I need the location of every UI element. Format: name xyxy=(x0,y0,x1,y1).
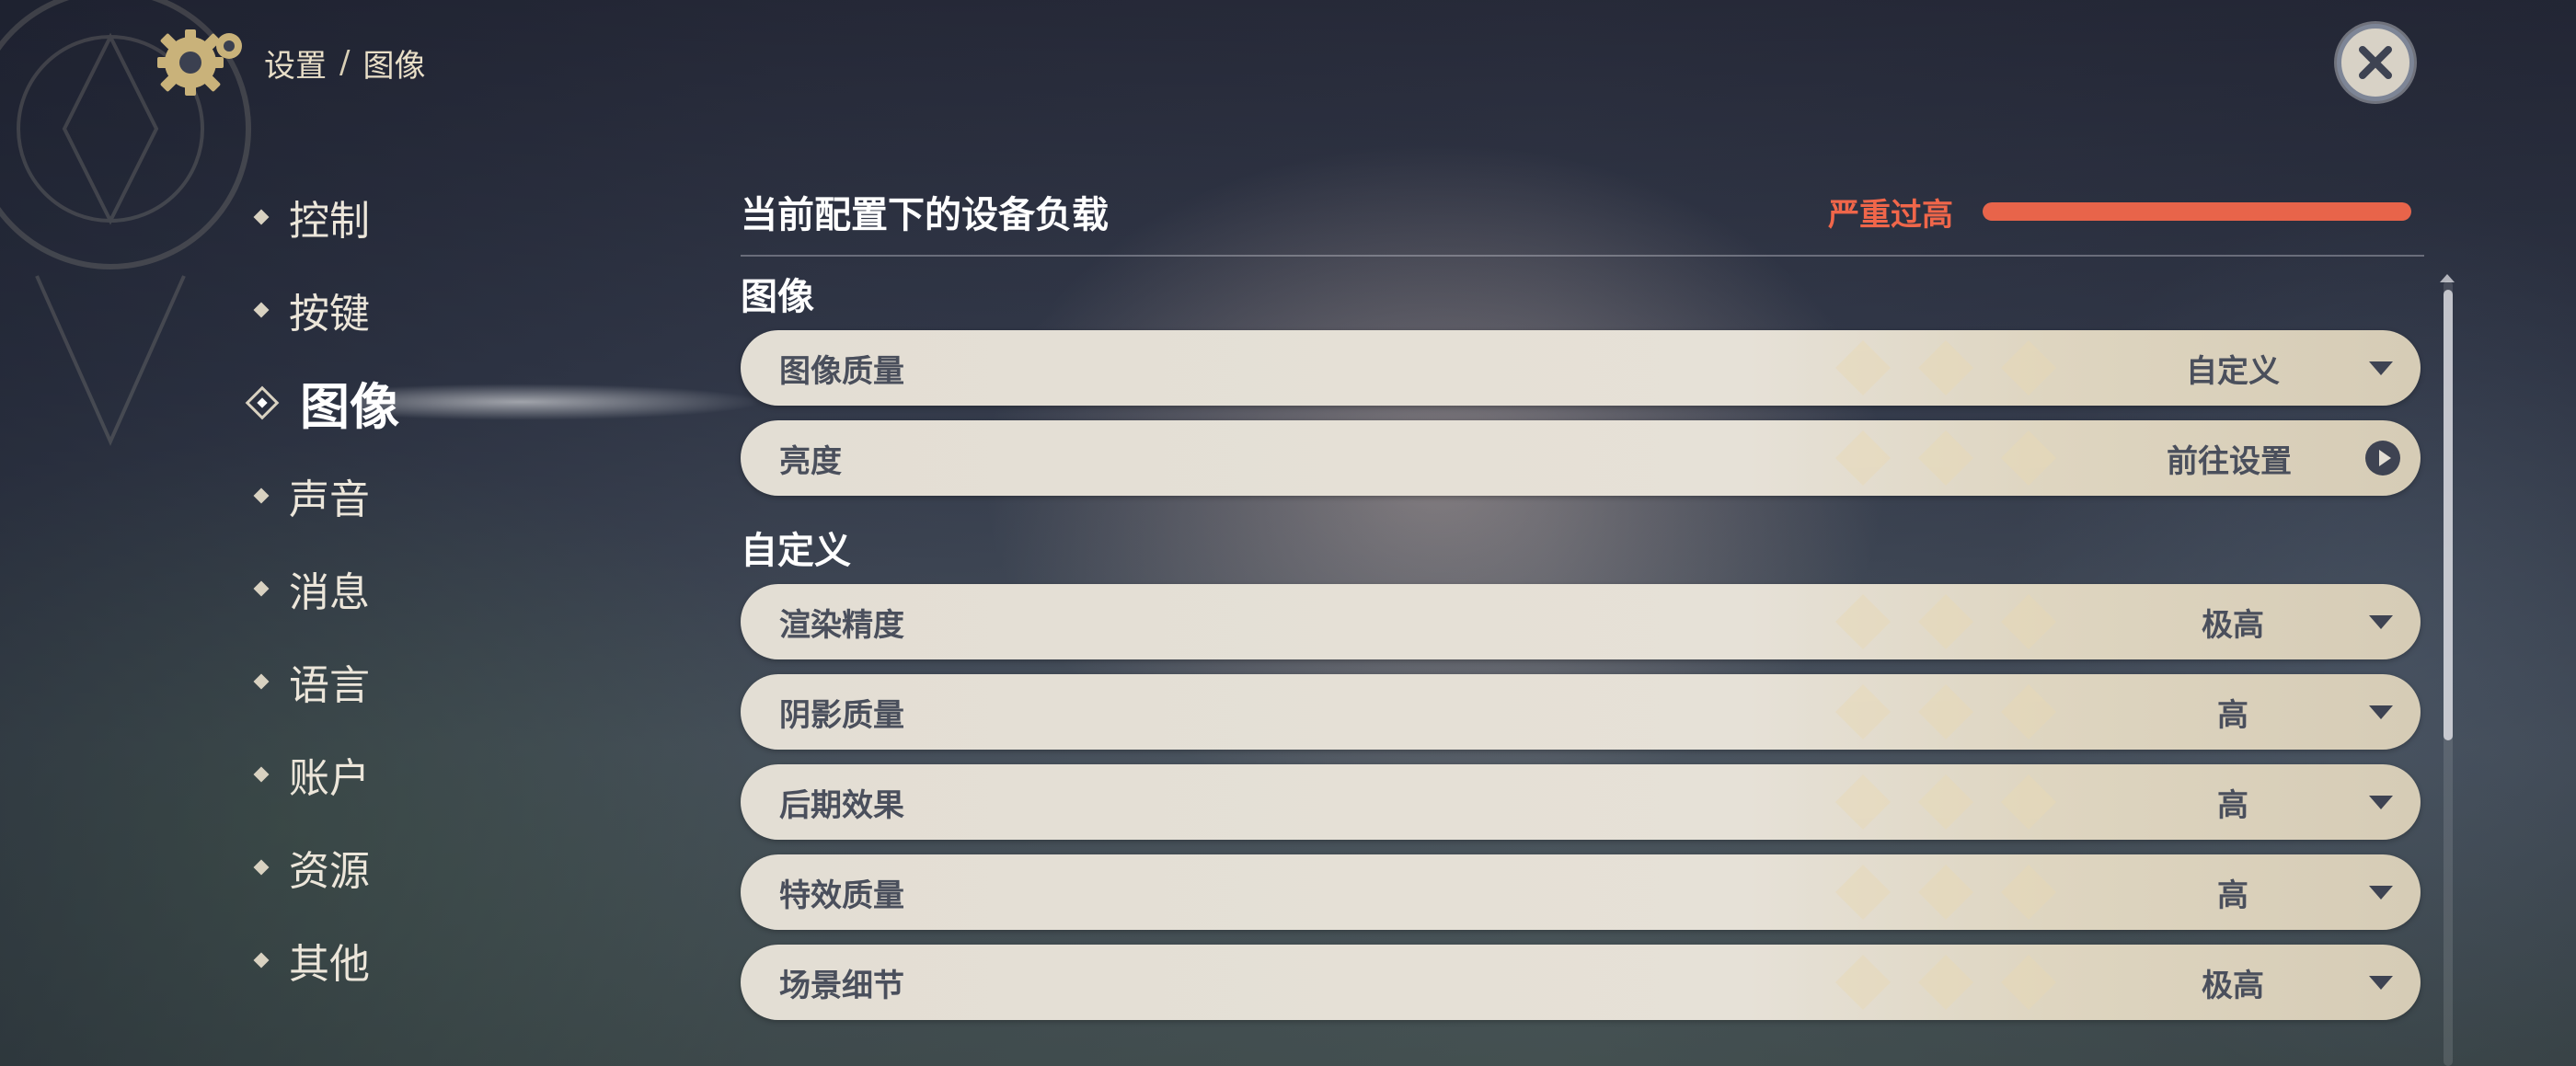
diamond-bullet-icon xyxy=(253,580,270,596)
breadcrumb-separator: / xyxy=(339,44,351,81)
setting-value: 极高 xyxy=(2202,967,2264,1004)
diamond-bullet-icon xyxy=(253,209,270,224)
setting-row-brightness[interactable]: 亮度 前往设置 xyxy=(741,420,2421,496)
setting-label: 特效质量 xyxy=(779,877,904,914)
sidebar-item-label: 图像 xyxy=(300,378,399,436)
chevron-down-icon[interactable] xyxy=(2369,705,2393,719)
device-load-bar-fill xyxy=(1983,202,2411,221)
sidebar-item-keys[interactable]: 按键 xyxy=(248,263,644,356)
setting-value: 高 xyxy=(2217,786,2248,824)
chevron-down-icon[interactable] xyxy=(2369,361,2393,375)
diamond-bullet-icon xyxy=(253,302,270,317)
sidebar-item-account[interactable]: 账户 xyxy=(248,728,644,820)
sidebar-item-label: 消息 xyxy=(289,568,370,616)
setting-row-scene-detail[interactable]: 场景细节 极高 xyxy=(741,945,2421,1020)
setting-label: 亮度 xyxy=(779,442,842,480)
header: 设置 / 图像 xyxy=(152,26,425,99)
diamond-bullet-icon xyxy=(253,766,270,782)
diamond-selected-icon xyxy=(245,385,280,419)
settings-gear-icon xyxy=(152,26,253,99)
setting-label: 渲染精度 xyxy=(779,606,904,644)
setting-value: 前往设置 xyxy=(2167,442,2292,480)
breadcrumb-settings[interactable]: 设置 xyxy=(264,40,327,86)
diamond-bullet-icon xyxy=(253,487,270,503)
sidebar-item-label: 账户 xyxy=(289,754,370,802)
section-title-custom: 自定义 xyxy=(741,530,851,572)
diamond-bullet-icon xyxy=(253,859,270,875)
diamond-bullet-icon xyxy=(253,952,270,968)
setting-row-image-quality[interactable]: 图像质量 自定义 xyxy=(741,330,2421,406)
sidebar-item-other[interactable]: 其他 xyxy=(248,913,644,1006)
arrow-right-circle-icon[interactable] xyxy=(2365,441,2400,476)
device-load-bar xyxy=(1983,202,2411,221)
sidebar-item-label: 声音 xyxy=(289,476,370,523)
sidebar-item-label: 其他 xyxy=(289,940,370,988)
close-button[interactable] xyxy=(2337,24,2414,101)
setting-row-post-processing[interactable]: 后期效果 高 xyxy=(741,764,2421,840)
sidebar-item-sound[interactable]: 声音 xyxy=(248,449,644,542)
device-load-title: 当前配置下的设备负载 xyxy=(741,194,1109,236)
setting-row-effects-quality[interactable]: 特效质量 高 xyxy=(741,854,2421,930)
chevron-down-icon[interactable] xyxy=(2369,614,2393,629)
setting-value: 高 xyxy=(2217,696,2248,734)
device-load-indicator: 严重过高 xyxy=(1828,189,2424,235)
setting-value: 自定义 xyxy=(2186,352,2280,390)
sidebar-item-label: 按键 xyxy=(289,290,370,338)
sidebar-item-language[interactable]: 语言 xyxy=(248,635,644,728)
sidebar-item-resources[interactable]: 资源 xyxy=(248,820,644,913)
setting-label: 图像质量 xyxy=(779,352,904,390)
scrollbar-thumb[interactable] xyxy=(2444,290,2453,740)
close-icon xyxy=(2359,46,2392,79)
device-load-row: 当前配置下的设备负载 严重过高 xyxy=(741,179,2424,257)
settings-sidebar: 控制 按键 图像 声音 消息 语言 账户 资源 其他 xyxy=(245,170,764,1006)
scrollbar[interactable] xyxy=(2444,281,2453,1066)
setting-value: 高 xyxy=(2217,877,2248,914)
setting-value: 极高 xyxy=(2202,606,2264,644)
sidebar-item-control[interactable]: 控制 xyxy=(248,170,644,263)
breadcrumb: 设置 / 图像 xyxy=(264,40,425,86)
device-load-status: 严重过高 xyxy=(1828,196,1953,234)
sidebar-item-messages[interactable]: 消息 xyxy=(248,542,644,635)
section-title-image: 图像 xyxy=(741,276,814,318)
chevron-down-icon[interactable] xyxy=(2369,975,2393,990)
setting-label: 后期效果 xyxy=(779,786,904,824)
sidebar-item-label: 语言 xyxy=(289,661,370,709)
diamond-bullet-icon xyxy=(253,673,270,689)
chevron-down-icon[interactable] xyxy=(2369,885,2393,900)
setting-label: 阴影质量 xyxy=(779,696,904,734)
setting-label: 场景细节 xyxy=(779,967,904,1004)
chevron-down-icon[interactable] xyxy=(2369,795,2393,809)
active-glow xyxy=(359,384,764,420)
breadcrumb-image: 图像 xyxy=(362,47,426,85)
setting-row-shadow-quality[interactable]: 阴影质量 高 xyxy=(741,674,2421,750)
sidebar-item-label: 资源 xyxy=(289,847,370,895)
sidebar-item-label: 控制 xyxy=(289,197,370,245)
setting-row-render-resolution[interactable]: 渲染精度 极高 xyxy=(741,584,2421,659)
settings-panel: 当前配置下的设备负载 严重过高 图像 图像质量 自定义 亮度 前往设置 自定义 … xyxy=(741,179,2424,1035)
sidebar-item-image[interactable]: 图像 xyxy=(245,356,764,449)
